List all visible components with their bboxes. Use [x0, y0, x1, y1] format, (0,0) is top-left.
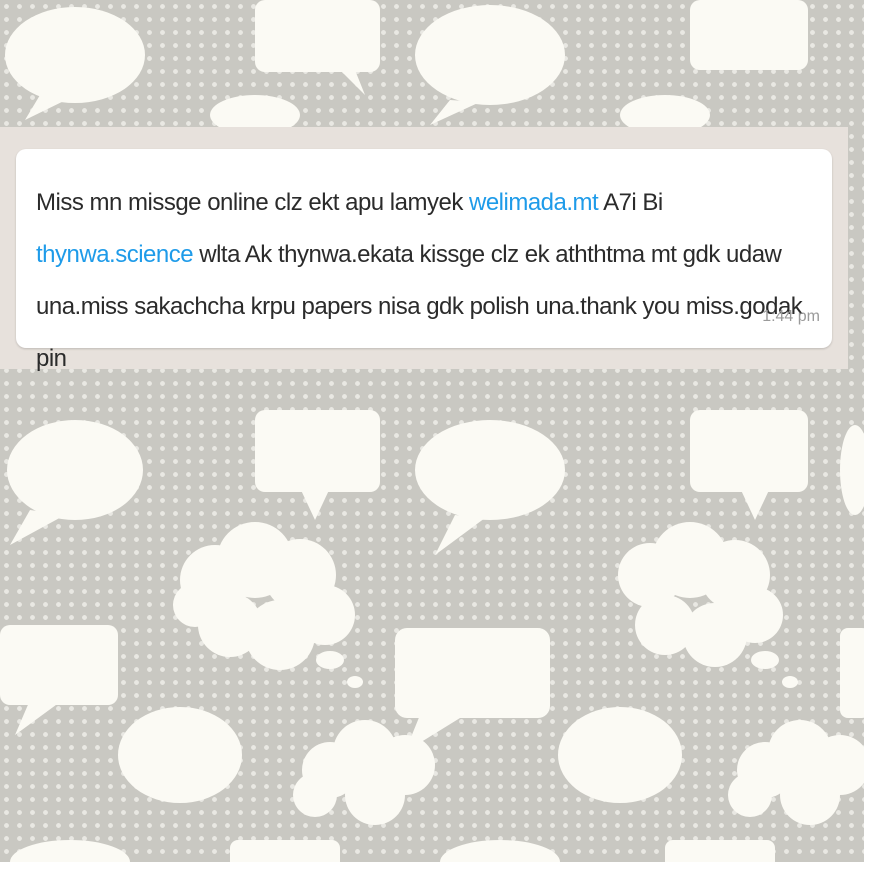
speech-bubble-icon [415, 420, 565, 520]
speech-bubble-icon [7, 420, 143, 520]
speech-bubble-icon [690, 0, 808, 70]
speech-bubble-icon [118, 707, 242, 803]
speech-bubble-icon [415, 5, 565, 105]
speech-bubble-icon [255, 0, 380, 72]
message-bubble[interactable]: Miss mn missge online clz ekt apu lamyek… [16, 149, 832, 372]
speech-bubble-icon [690, 410, 808, 492]
message-link[interactable]: welimada.mt [469, 189, 599, 216]
chat-area: Miss mn missge online clz ekt apu lamyek… [0, 127, 848, 372]
speech-bubble-icon [0, 625, 118, 705]
speech-bubble-icon [5, 7, 145, 103]
message-text: Miss mn missge online clz ekt apu lamyek… [36, 177, 816, 385]
thought-bubble-icon [173, 522, 363, 688]
thought-bubble-icon [728, 720, 864, 825]
speech-bubble-icon [255, 410, 380, 492]
speech-bubble-icon [558, 707, 682, 803]
thought-bubble-icon [618, 522, 798, 688]
speech-bubble-icon [395, 628, 550, 718]
message-text-part: Miss mn missge online clz ekt apu lamyek [36, 189, 469, 216]
message-timestamp: 1:44 pm [762, 308, 820, 325]
message-link[interactable]: thynwa.science [36, 241, 194, 268]
message-text-part: A7i Bi [598, 189, 663, 216]
